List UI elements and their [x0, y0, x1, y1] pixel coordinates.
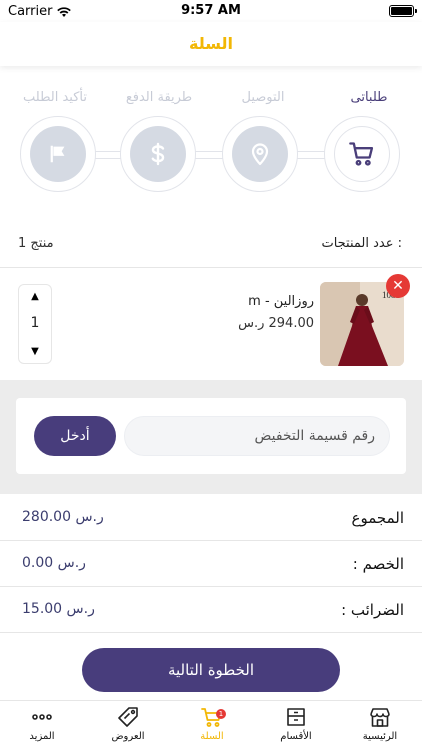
summary-total-amount: 280.00 ر.س — [22, 509, 104, 525]
step-label-payment: طريقة الدفع — [125, 90, 193, 105]
step-orders[interactable] — [324, 116, 400, 192]
tab-more[interactable]: المزيد — [0, 705, 84, 749]
summary-total-row: المجموع 280.00 ر.س — [0, 496, 422, 542]
coupon-card: رقم قسيمة التخفيض أدخل — [16, 398, 406, 474]
coupon-input[interactable]: رقم قسيمة التخفيض — [124, 416, 390, 456]
quantity-value: 1 — [30, 315, 40, 331]
summary-tax-amount: 15.00 ر.س — [22, 601, 95, 617]
apply-coupon-button[interactable]: أدخل — [34, 416, 116, 456]
nav-bar: السلة — [0, 22, 422, 66]
summary-discount-amount: 0.00 ر.س — [22, 555, 86, 571]
step-delivery[interactable] — [222, 116, 298, 192]
tab-cart-label: السلة — [200, 731, 224, 742]
more-icon — [32, 714, 52, 720]
product-count-row: عدد المنتجات : 1 منتج — [0, 232, 422, 256]
summary-tax-label: الضرائب : — [341, 601, 404, 619]
tab-offers-label: العروض — [111, 731, 145, 742]
step-confirm[interactable] — [20, 116, 96, 192]
dollar-icon — [151, 142, 165, 166]
status-bar: Carrier 9:57 AM — [0, 0, 422, 22]
location-icon — [251, 143, 269, 166]
cart-badge: 1 — [216, 709, 226, 719]
remove-item-button[interactable]: ✕ — [386, 274, 410, 298]
product-name: روزالين - m — [248, 294, 314, 309]
tab-more-label: المزيد — [29, 731, 55, 742]
increase-quantity-button[interactable]: ▲ — [19, 291, 51, 302]
tab-categories-label: الأقسام — [280, 731, 312, 742]
decrease-quantity-button[interactable]: ▼ — [19, 346, 51, 357]
cart-item: ✕ 1081 روزالين - m 294.00 ر.س ▲ 1 ▼ — [0, 268, 422, 380]
tab-home-label: الرئيسية — [362, 731, 398, 742]
step-label-confirm: تأكيد الطلب — [23, 90, 87, 105]
page-title: السلة — [188, 34, 233, 53]
product-count-label: عدد المنتجات : — [321, 236, 402, 251]
checkout-steps — [0, 116, 422, 192]
tab-categories[interactable]: الأقسام — [254, 705, 338, 749]
quantity-stepper: ▲ 1 ▼ — [18, 284, 52, 364]
step-payment[interactable] — [120, 116, 196, 192]
tab-home[interactable]: الرئيسية — [338, 705, 422, 749]
step-label-delivery: التوصيل — [241, 90, 285, 105]
cart-icon — [349, 142, 374, 166]
divider — [0, 586, 422, 587]
product-count-value: 1 منتج — [18, 236, 54, 251]
steps-labels: طلباتى التوصيل طريقة الدفع تأكيد الطلب — [0, 90, 422, 110]
summary-discount-row: الخصم : 0.00 ر.س — [0, 542, 422, 588]
steps-connector — [58, 151, 358, 159]
divider — [0, 632, 422, 633]
tag-icon — [118, 707, 138, 727]
tab-bar: الرئيسية الأقسام 1 السلة العروض المزيد — [0, 700, 422, 750]
battery-icon — [389, 5, 417, 17]
clock: 9:57 AM — [181, 3, 241, 18]
tab-offers[interactable]: العروض — [86, 705, 170, 749]
boxes-icon — [287, 708, 305, 726]
next-step-button[interactable]: الخطوة التالية — [82, 648, 340, 692]
product-price: 294.00 ر.س — [238, 316, 314, 331]
summary-discount-label: الخصم : — [352, 555, 404, 573]
store-icon — [370, 708, 390, 727]
step-label-orders: طلباتى — [350, 90, 388, 105]
flag-icon — [50, 145, 65, 163]
summary-tax-row: الضرائب : 15.00 ر.س — [0, 588, 422, 634]
coupon-section: رقم قسيمة التخفيض أدخل — [0, 380, 422, 494]
divider — [0, 540, 422, 541]
summary-total-label: المجموع — [351, 509, 404, 527]
tab-cart[interactable]: 1 السلة — [170, 705, 254, 749]
